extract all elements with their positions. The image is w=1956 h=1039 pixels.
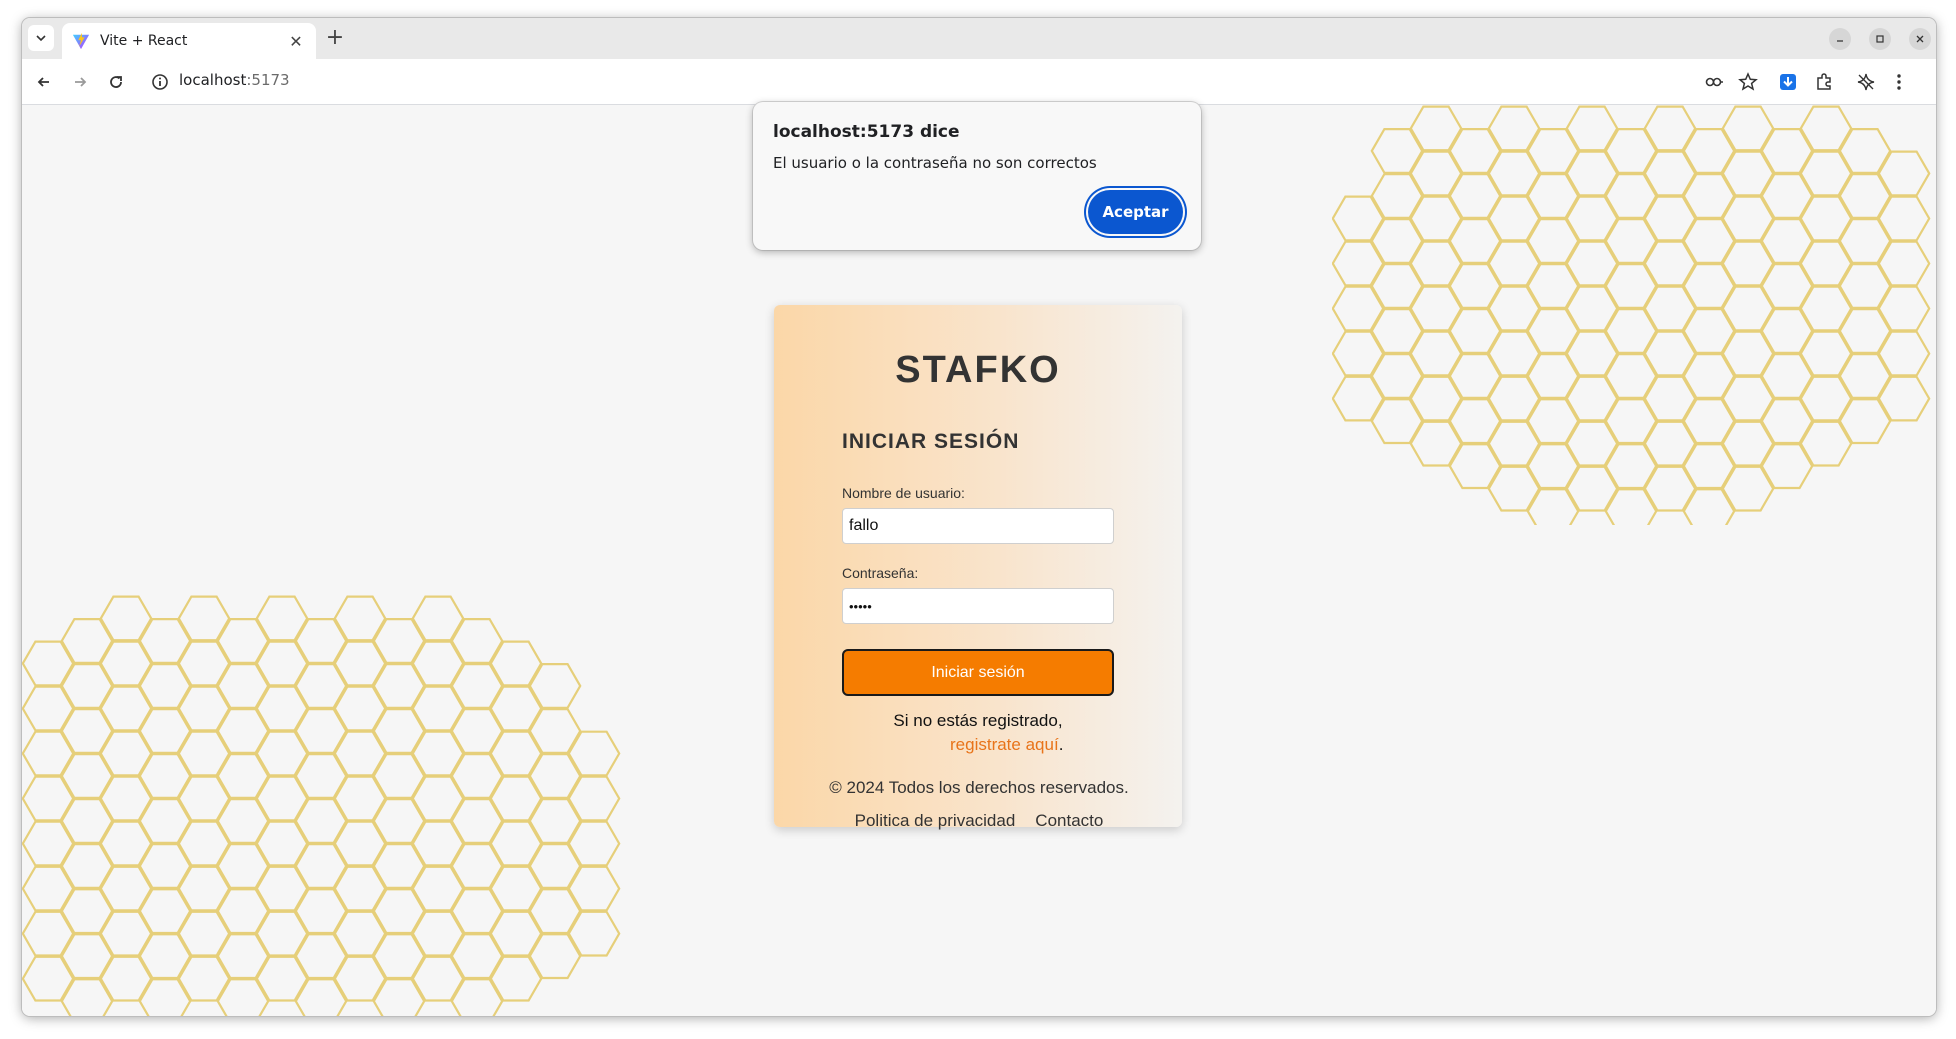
honeycomb-cell xyxy=(1877,330,1931,377)
username-value: fallo xyxy=(849,517,879,534)
browser-toolbar: localhost:5173 xyxy=(22,59,1936,105)
vite-favicon xyxy=(72,32,90,50)
login-button[interactable]: Iniciar sesión xyxy=(842,649,1114,696)
register-line: registrate aquí. xyxy=(950,735,1063,755)
gemini-icon[interactable] xyxy=(1854,70,1878,94)
password-label: Contraseña: xyxy=(842,565,919,581)
footer-link-privacy[interactable]: Politica de privacidad xyxy=(855,811,1016,830)
tab-title: Vite + React xyxy=(100,33,188,49)
maximize-icon[interactable] xyxy=(1869,28,1891,50)
username-input[interactable]: fallo xyxy=(842,508,1114,544)
menu-dots-icon[interactable] xyxy=(1887,70,1911,94)
window-close-icon[interactable] xyxy=(1909,28,1931,50)
password-input[interactable]: ••••• xyxy=(842,588,1114,624)
close-icon[interactable]: ✕ xyxy=(286,32,306,51)
brand-title: STAFKO xyxy=(895,349,1061,391)
honeycomb-cell xyxy=(1877,195,1931,242)
dialog-title: localhost:5173 dice xyxy=(773,122,960,142)
login-card: STAFKO INICIAR SESIÓN Nombre de usuario:… xyxy=(774,305,1182,827)
tab-search-icon[interactable] xyxy=(28,25,54,51)
reload-icon[interactable] xyxy=(103,69,129,95)
browser-window: Vite + React ✕ + localhost:5173 STAFKO I… xyxy=(22,18,1936,1016)
new-tab-icon[interactable]: + xyxy=(322,26,348,52)
url-host: localhost xyxy=(179,71,247,89)
form-title: INICIAR SESIÓN xyxy=(842,430,1020,453)
footer-links: Politica de privacidad Contacto xyxy=(22,811,1936,831)
tab-active[interactable]: Vite + React ✕ xyxy=(62,23,316,59)
minimize-icon[interactable] xyxy=(1829,28,1851,50)
bookmark-star-icon[interactable] xyxy=(1736,70,1760,94)
download-icon[interactable] xyxy=(1776,70,1800,94)
password-value: ••••• xyxy=(849,598,872,614)
back-icon[interactable] xyxy=(31,69,57,95)
register-suffix: . xyxy=(1058,735,1064,754)
forward-icon[interactable] xyxy=(67,69,93,95)
honeycomb-cell xyxy=(1877,240,1931,287)
register-text: Si no estás registrado, xyxy=(893,711,1063,730)
honeycomb-cell xyxy=(567,910,621,957)
honeycomb-cell xyxy=(567,730,621,777)
honeycomb-cell xyxy=(528,662,582,709)
password-key-icon[interactable] xyxy=(1702,70,1726,94)
address-bar[interactable]: localhost:5173 xyxy=(179,71,290,89)
honeycomb-cell xyxy=(1877,150,1931,197)
footer-link-contact[interactable]: Contacto xyxy=(1035,811,1103,830)
honeycomb-cell xyxy=(1877,285,1931,332)
dialog-accept-button[interactable]: Aceptar xyxy=(1088,190,1183,234)
url-port: :5173 xyxy=(246,71,290,89)
honeycomb-cell xyxy=(1877,375,1931,422)
footer-copyright: © 2024 Todos los derechos reservados. xyxy=(829,778,1129,797)
dialog-message: El usuario o la contraseña no son correc… xyxy=(773,154,1097,172)
honeycomb-decoration-left xyxy=(22,595,621,1016)
honeycomb-cell xyxy=(567,865,621,912)
alert-dialog: localhost:5173 dice El usuario o la cont… xyxy=(753,102,1201,250)
honeycomb-decoration-right xyxy=(1332,105,1931,525)
username-label: Nombre de usuario: xyxy=(842,485,965,501)
register-link[interactable]: registrate aquí xyxy=(950,735,1059,754)
tab-strip: Vite + React ✕ + xyxy=(22,18,1936,59)
extensions-icon[interactable] xyxy=(1812,70,1836,94)
site-info-icon[interactable] xyxy=(150,72,170,92)
